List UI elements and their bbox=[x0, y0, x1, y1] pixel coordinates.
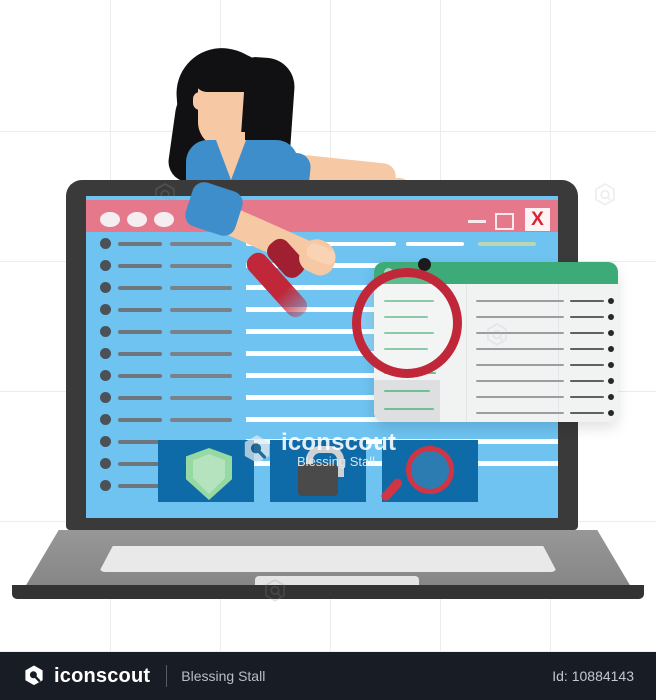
bullet-icon bbox=[100, 436, 111, 447]
overlay-right-line bbox=[570, 300, 604, 302]
magnifying-glass bbox=[352, 268, 462, 378]
label-short bbox=[118, 396, 162, 400]
footer-id: Id: 10884143 bbox=[552, 668, 634, 684]
overlay-right-line bbox=[570, 412, 604, 414]
bullet-icon bbox=[100, 348, 111, 359]
label-long bbox=[170, 374, 232, 378]
label-short bbox=[118, 308, 162, 312]
bullet-icon bbox=[608, 394, 614, 400]
watermark-author: Blessing Stall bbox=[297, 454, 376, 470]
overlay-shade bbox=[374, 380, 440, 422]
overlay-mid-line bbox=[476, 316, 564, 318]
label-long bbox=[170, 418, 232, 422]
bullet-icon bbox=[608, 362, 614, 368]
window-dot[interactable] bbox=[127, 212, 147, 227]
magnifier-icon bbox=[406, 446, 454, 494]
watermark-hex-icon bbox=[484, 322, 510, 348]
overlay-right-line bbox=[570, 316, 604, 318]
label-long bbox=[170, 352, 232, 356]
label-short bbox=[118, 286, 162, 290]
overlay-mid-line bbox=[476, 348, 564, 350]
bullet-icon bbox=[100, 370, 111, 381]
bullet-icon bbox=[608, 410, 614, 416]
overlay-mid-line bbox=[476, 380, 564, 382]
bullet-icon bbox=[608, 314, 614, 320]
bullet-icon bbox=[100, 282, 111, 293]
ear bbox=[193, 92, 207, 110]
overlay-right-line bbox=[570, 396, 604, 398]
screenshot-canvas: X iconscout Blessing Stall iconscout Ble… bbox=[0, 0, 656, 700]
bullet-icon bbox=[608, 330, 614, 336]
iconscout-logo-icon bbox=[240, 433, 274, 467]
window-dot[interactable] bbox=[100, 212, 120, 227]
bullet-icon bbox=[100, 392, 111, 403]
overlay-mid-line bbox=[476, 396, 564, 398]
window-dot[interactable] bbox=[154, 212, 174, 227]
label-long bbox=[170, 286, 232, 290]
label-short bbox=[118, 484, 162, 488]
bullet-icon bbox=[608, 378, 614, 384]
label-long bbox=[170, 330, 232, 334]
label-long bbox=[170, 264, 232, 268]
column-divider bbox=[466, 284, 467, 422]
overlay-right-line bbox=[570, 364, 604, 366]
watermark-hex-icon bbox=[152, 182, 178, 208]
bullet-icon bbox=[608, 298, 614, 304]
label-short bbox=[118, 462, 162, 466]
center-watermark-text: iconscout Blessing Stall bbox=[281, 430, 396, 469]
label-short bbox=[118, 374, 162, 378]
iconscout-logo-icon bbox=[22, 664, 46, 688]
illustration: X iconscout Blessing Stall bbox=[0, 0, 656, 652]
close-button[interactable]: X bbox=[525, 208, 550, 231]
footer-brand: iconscout bbox=[54, 664, 151, 687]
column-divider bbox=[558, 284, 559, 422]
bullet-icon bbox=[608, 346, 614, 352]
label-short bbox=[118, 264, 162, 268]
bullet-icon bbox=[100, 260, 111, 271]
footer-bar: iconscout Blessing Stall Id: 10884143 bbox=[0, 652, 656, 700]
status-bar bbox=[478, 242, 536, 246]
label-short bbox=[118, 440, 162, 444]
bullet-icon bbox=[100, 304, 111, 315]
footer-divider bbox=[166, 665, 168, 687]
value-bar bbox=[406, 242, 464, 246]
overlay-right-line bbox=[570, 348, 604, 350]
footer-author: Blessing Stall bbox=[181, 668, 266, 684]
watermark-hex-icon bbox=[592, 182, 618, 208]
laptop-base-foot bbox=[12, 585, 644, 599]
overlay-mid-line bbox=[476, 412, 564, 414]
label-long bbox=[170, 242, 232, 246]
bullet-icon bbox=[100, 458, 111, 469]
overlay-mid-line bbox=[476, 364, 564, 366]
laptop-keyboard bbox=[99, 546, 557, 572]
label-long bbox=[170, 396, 232, 400]
bullet-icon bbox=[100, 414, 111, 425]
bullet-icon bbox=[100, 480, 111, 491]
maximize-button[interactable] bbox=[495, 211, 518, 230]
minimize-button[interactable] bbox=[468, 220, 486, 223]
bullet-icon bbox=[100, 238, 111, 249]
label-short bbox=[118, 242, 162, 246]
watermark-brand: iconscout bbox=[281, 429, 397, 456]
center-watermark: iconscout Blessing Stall bbox=[240, 430, 396, 469]
overlay-mid-line bbox=[476, 300, 564, 302]
watermark-hex-icon bbox=[262, 578, 288, 604]
overlay-right-line bbox=[570, 332, 604, 334]
bullet-icon bbox=[100, 326, 111, 337]
label-short bbox=[118, 352, 162, 356]
overlay-left-line bbox=[384, 408, 434, 410]
overlay-right-line bbox=[570, 380, 604, 382]
label-short bbox=[118, 418, 162, 422]
label-short bbox=[118, 330, 162, 334]
label-long bbox=[170, 308, 232, 312]
overlay-left-line bbox=[384, 390, 430, 392]
